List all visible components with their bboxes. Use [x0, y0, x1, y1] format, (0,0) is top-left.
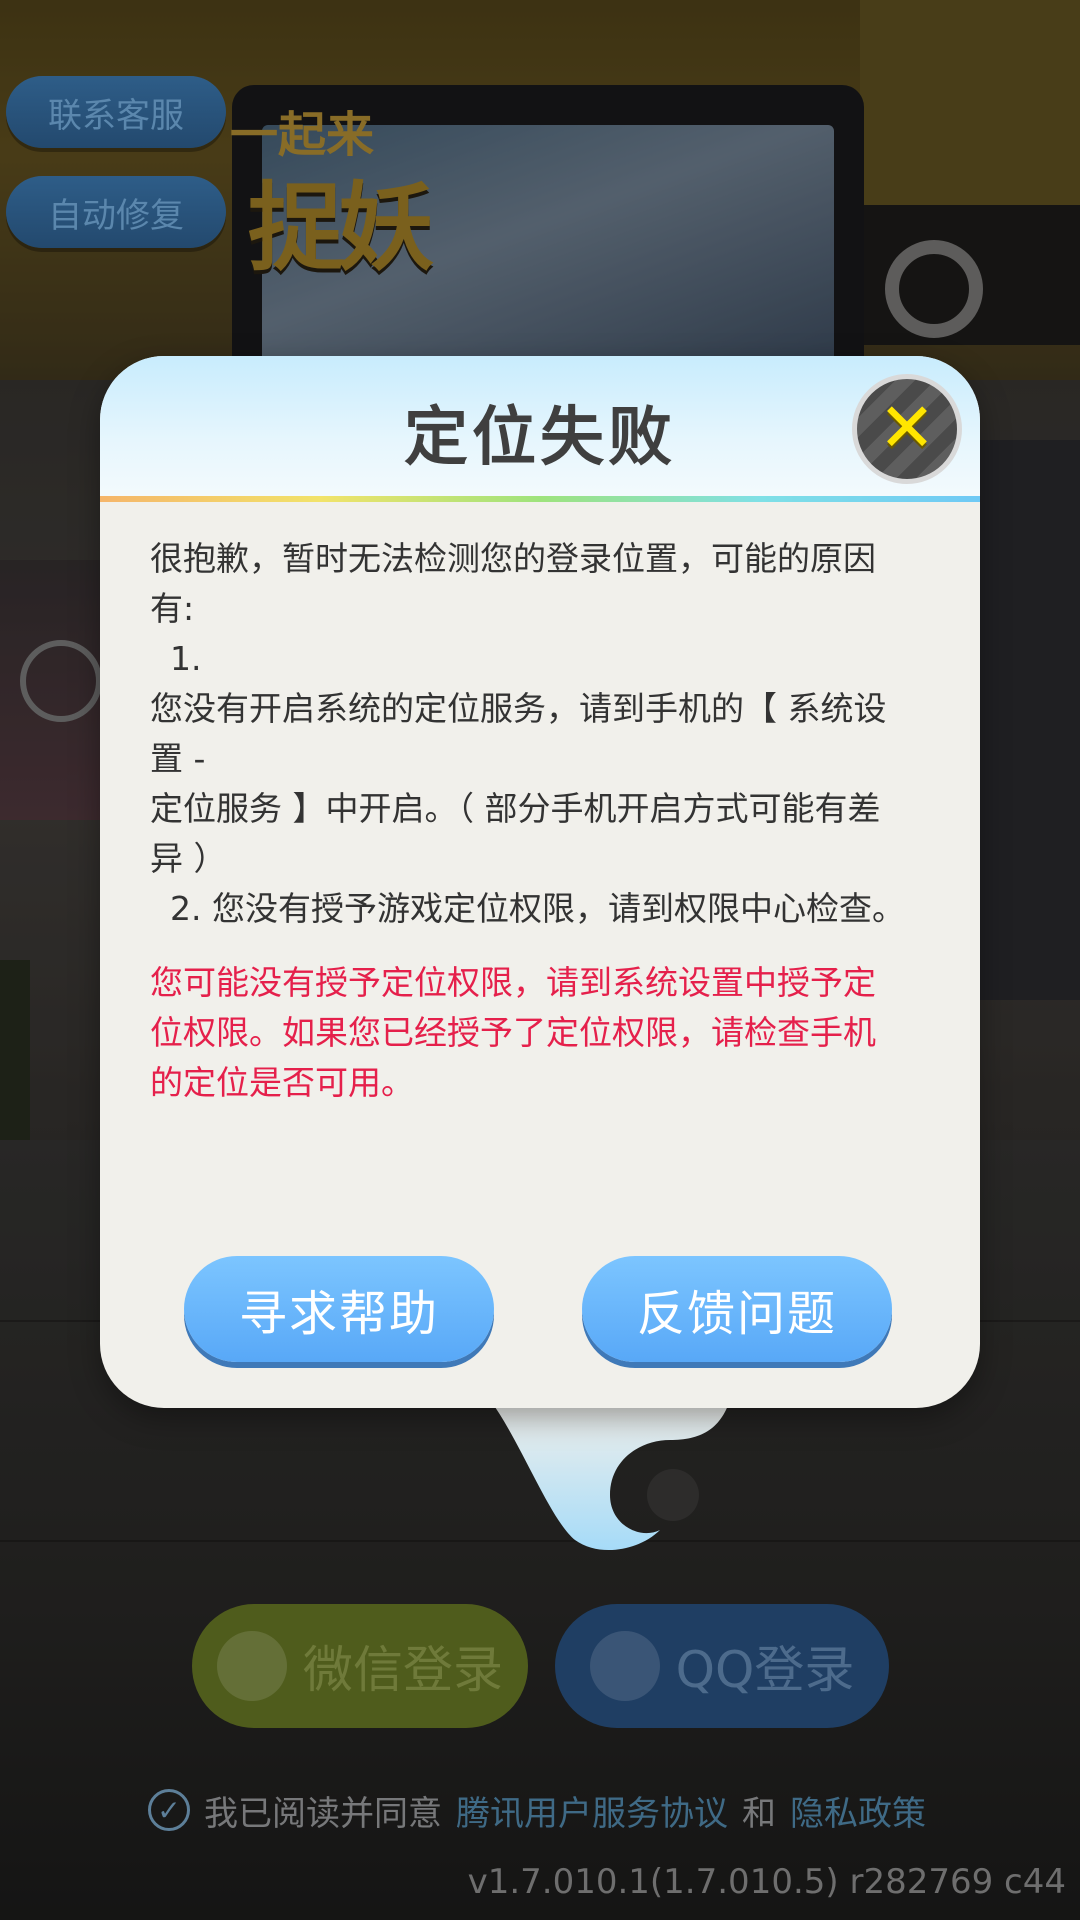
agree-and: 和: [742, 1793, 776, 1834]
qq-penguin-icon: [589, 1631, 660, 1701]
message-line: 2. 您没有授予游戏定位权限，请到权限中心检查。: [170, 889, 905, 928]
location-failed-dialog: 定位失败 很抱歉，暂时无法检测您的登录位置，可能的原因 有: 1. 您没有开启系…: [100, 356, 980, 1408]
agreement-row: ✓ 我已阅读并同意 腾讯用户服务协议 和 隐私政策: [148, 1786, 926, 1834]
feedback-button[interactable]: 反馈问题: [582, 1256, 892, 1362]
message-line: 定位服务 】中开启。（ 部分手机开启方式可能有差: [150, 789, 881, 828]
dialog-warning: 您可能没有授予定位权限，请到系统设置中授予定 位权限。如果您已经授予了定位权限，…: [150, 958, 910, 1108]
message-line: 您没有开启系统的定位服务，请到手机的【 系统设: [150, 689, 887, 728]
warning-line: 的定位是否可用。: [150, 1063, 414, 1102]
wechat-icon: [217, 1631, 287, 1701]
warning-line: 您可能没有授予定位权限，请到系统设置中授予定: [150, 963, 876, 1002]
message-line: 置 -: [150, 739, 206, 778]
dialog-message: 很抱歉，暂时无法检测您的登录位置，可能的原因 有: 1. 您没有开启系统的定位服…: [150, 534, 910, 934]
agree-checkbox[interactable]: ✓: [148, 1789, 190, 1831]
message-line: 异 ）: [150, 839, 227, 878]
message-line: 很抱歉，暂时无法检测您的登录位置，可能的原因: [150, 539, 876, 578]
agree-prefix: 我已阅读并同意: [204, 1793, 442, 1834]
qq-login-label: QQ登录: [675, 1641, 855, 1699]
dialog-title: 定位失败: [404, 401, 676, 475]
dialog-divider: [100, 496, 980, 502]
message-line: 1.: [170, 639, 202, 678]
warning-line: 位权限。如果您已经授予了定位权限，请检查手机: [150, 1013, 876, 1052]
message-line: 有:: [150, 589, 195, 628]
qq-login-button[interactable]: QQ登录: [555, 1604, 889, 1728]
contact-support-button[interactable]: 联系客服: [6, 76, 226, 148]
wechat-login-label: 微信登录: [303, 1641, 503, 1699]
privacy-link[interactable]: 隐私政策: [790, 1786, 926, 1835]
dialog-tail-swirl: [490, 1400, 730, 1551]
auto-repair-button[interactable]: 自动修复: [6, 176, 226, 248]
wechat-login-button[interactable]: 微信登录: [192, 1604, 528, 1728]
close-icon: ✕: [878, 389, 936, 468]
terms-link[interactable]: 腾讯用户服务协议: [456, 1786, 728, 1835]
seek-help-button[interactable]: 寻求帮助: [184, 1256, 494, 1362]
version-label: v1.7.010.1(1.7.010.5) r282769 c44: [467, 1862, 1066, 1902]
close-button[interactable]: ✕: [852, 374, 962, 484]
